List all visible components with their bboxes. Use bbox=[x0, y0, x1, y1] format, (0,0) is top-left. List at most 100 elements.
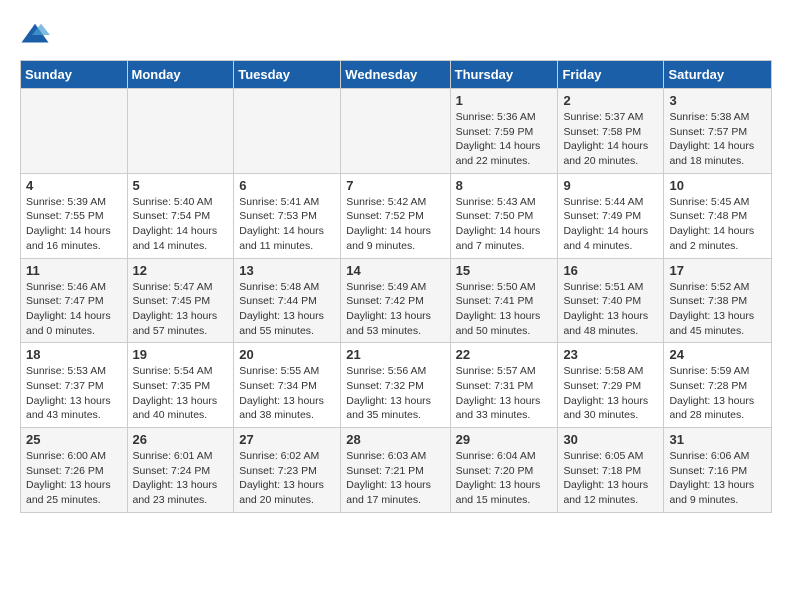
day-number: 1 bbox=[456, 93, 553, 108]
day-info: Sunrise: 5:46 AM Sunset: 7:47 PM Dayligh… bbox=[26, 280, 122, 339]
day-number: 18 bbox=[26, 347, 122, 362]
day-info: Sunrise: 5:41 AM Sunset: 7:53 PM Dayligh… bbox=[239, 195, 335, 254]
day-cell: 26 Sunrise: 6:01 AM Sunset: 7:24 PM Dayli… bbox=[127, 428, 234, 513]
day-number: 15 bbox=[456, 263, 553, 278]
day-cell: 4 Sunrise: 5:39 AM Sunset: 7:55 PM Daylig… bbox=[21, 173, 128, 258]
day-number: 6 bbox=[239, 178, 335, 193]
day-info: Sunrise: 5:38 AM Sunset: 7:57 PM Dayligh… bbox=[669, 110, 766, 169]
day-cell: 30 Sunrise: 6:05 AM Sunset: 7:18 PM Dayli… bbox=[558, 428, 664, 513]
day-number: 10 bbox=[669, 178, 766, 193]
day-info: Sunrise: 5:43 AM Sunset: 7:50 PM Dayligh… bbox=[456, 195, 553, 254]
week-row: 18 Sunrise: 5:53 AM Sunset: 7:37 PM Dayli… bbox=[21, 343, 772, 428]
day-info: Sunrise: 6:05 AM Sunset: 7:18 PM Dayligh… bbox=[563, 449, 658, 508]
day-number: 7 bbox=[346, 178, 444, 193]
day-number: 4 bbox=[26, 178, 122, 193]
day-cell bbox=[341, 89, 450, 174]
day-info: Sunrise: 5:49 AM Sunset: 7:42 PM Dayligh… bbox=[346, 280, 444, 339]
day-info: Sunrise: 5:42 AM Sunset: 7:52 PM Dayligh… bbox=[346, 195, 444, 254]
day-cell: 31 Sunrise: 6:06 AM Sunset: 7:16 PM Dayli… bbox=[664, 428, 772, 513]
day-number: 3 bbox=[669, 93, 766, 108]
day-number: 24 bbox=[669, 347, 766, 362]
header-cell-saturday: Saturday bbox=[664, 61, 772, 89]
calendar-table: SundayMondayTuesdayWednesdayThursdayFrid… bbox=[20, 60, 772, 513]
day-info: Sunrise: 6:04 AM Sunset: 7:20 PM Dayligh… bbox=[456, 449, 553, 508]
header-cell-friday: Friday bbox=[558, 61, 664, 89]
day-cell: 19 Sunrise: 5:54 AM Sunset: 7:35 PM Dayli… bbox=[127, 343, 234, 428]
day-number: 22 bbox=[456, 347, 553, 362]
day-number: 27 bbox=[239, 432, 335, 447]
day-info: Sunrise: 5:59 AM Sunset: 7:28 PM Dayligh… bbox=[669, 364, 766, 423]
day-info: Sunrise: 5:55 AM Sunset: 7:34 PM Dayligh… bbox=[239, 364, 335, 423]
day-cell: 20 Sunrise: 5:55 AM Sunset: 7:34 PM Dayli… bbox=[234, 343, 341, 428]
day-number: 20 bbox=[239, 347, 335, 362]
day-cell: 24 Sunrise: 5:59 AM Sunset: 7:28 PM Dayli… bbox=[664, 343, 772, 428]
day-number: 9 bbox=[563, 178, 658, 193]
day-info: Sunrise: 5:51 AM Sunset: 7:40 PM Dayligh… bbox=[563, 280, 658, 339]
day-info: Sunrise: 6:02 AM Sunset: 7:23 PM Dayligh… bbox=[239, 449, 335, 508]
day-cell: 29Sunrise: 6:04 AM Sunset: 7:20 PM Dayli… bbox=[450, 428, 558, 513]
day-info: Sunrise: 5:54 AM Sunset: 7:35 PM Dayligh… bbox=[133, 364, 229, 423]
day-cell: 10 Sunrise: 5:45 AM Sunset: 7:48 PM Dayli… bbox=[664, 173, 772, 258]
day-number: 28 bbox=[346, 432, 444, 447]
day-number: 16 bbox=[563, 263, 658, 278]
header-cell-monday: Monday bbox=[127, 61, 234, 89]
day-cell: 23 Sunrise: 5:58 AM Sunset: 7:29 PM Dayli… bbox=[558, 343, 664, 428]
week-row: 11 Sunrise: 5:46 AM Sunset: 7:47 PM Dayli… bbox=[21, 258, 772, 343]
day-cell: 21 Sunrise: 5:56 AM Sunset: 7:32 PM Dayli… bbox=[341, 343, 450, 428]
day-number: 21 bbox=[346, 347, 444, 362]
day-cell: 22 Sunrise: 5:57 AM Sunset: 7:31 PM Dayli… bbox=[450, 343, 558, 428]
day-cell: 9 Sunrise: 5:44 AM Sunset: 7:49 PM Daylig… bbox=[558, 173, 664, 258]
day-cell: 3 Sunrise: 5:38 AM Sunset: 7:57 PM Daylig… bbox=[664, 89, 772, 174]
day-number: 26 bbox=[133, 432, 229, 447]
day-number: 30 bbox=[563, 432, 658, 447]
day-info: Sunrise: 5:45 AM Sunset: 7:48 PM Dayligh… bbox=[669, 195, 766, 254]
day-info: Sunrise: 5:40 AM Sunset: 7:54 PM Dayligh… bbox=[133, 195, 229, 254]
logo bbox=[20, 20, 54, 50]
week-row: 4 Sunrise: 5:39 AM Sunset: 7:55 PM Daylig… bbox=[21, 173, 772, 258]
day-info: Sunrise: 5:39 AM Sunset: 7:55 PM Dayligh… bbox=[26, 195, 122, 254]
day-cell: 6 Sunrise: 5:41 AM Sunset: 7:53 PM Daylig… bbox=[234, 173, 341, 258]
day-info: Sunrise: 5:52 AM Sunset: 7:38 PM Dayligh… bbox=[669, 280, 766, 339]
day-info: Sunrise: 5:50 AM Sunset: 7:41 PM Dayligh… bbox=[456, 280, 553, 339]
header-cell-wednesday: Wednesday bbox=[341, 61, 450, 89]
day-cell: 13Sunrise: 5:48 AM Sunset: 7:44 PM Dayli… bbox=[234, 258, 341, 343]
day-cell: 5 Sunrise: 5:40 AM Sunset: 7:54 PM Daylig… bbox=[127, 173, 234, 258]
day-number: 12 bbox=[133, 263, 229, 278]
day-cell: 12Sunrise: 5:47 AM Sunset: 7:45 PM Dayli… bbox=[127, 258, 234, 343]
day-cell: 16 Sunrise: 5:51 AM Sunset: 7:40 PM Dayli… bbox=[558, 258, 664, 343]
day-cell: 18 Sunrise: 5:53 AM Sunset: 7:37 PM Dayli… bbox=[21, 343, 128, 428]
day-number: 2 bbox=[563, 93, 658, 108]
day-number: 11 bbox=[26, 263, 122, 278]
day-info: Sunrise: 6:06 AM Sunset: 7:16 PM Dayligh… bbox=[669, 449, 766, 508]
header-cell-thursday: Thursday bbox=[450, 61, 558, 89]
day-number: 23 bbox=[563, 347, 658, 362]
day-cell: 15 Sunrise: 5:50 AM Sunset: 7:41 PM Dayli… bbox=[450, 258, 558, 343]
day-number: 5 bbox=[133, 178, 229, 193]
day-cell: 28 Sunrise: 6:03 AM Sunset: 7:21 PM Dayli… bbox=[341, 428, 450, 513]
day-info: Sunrise: 6:01 AM Sunset: 7:24 PM Dayligh… bbox=[133, 449, 229, 508]
week-row: 1 Sunrise: 5:36 AM Sunset: 7:59 PM Daylig… bbox=[21, 89, 772, 174]
week-row: 25Sunrise: 6:00 AM Sunset: 7:26 PM Dayli… bbox=[21, 428, 772, 513]
day-number: 8 bbox=[456, 178, 553, 193]
day-cell: 1 Sunrise: 5:36 AM Sunset: 7:59 PM Daylig… bbox=[450, 89, 558, 174]
day-cell: 17Sunrise: 5:52 AM Sunset: 7:38 PM Dayli… bbox=[664, 258, 772, 343]
day-number: 19 bbox=[133, 347, 229, 362]
logo-icon bbox=[20, 20, 50, 50]
day-cell bbox=[127, 89, 234, 174]
day-info: Sunrise: 5:57 AM Sunset: 7:31 PM Dayligh… bbox=[456, 364, 553, 423]
day-info: Sunrise: 5:53 AM Sunset: 7:37 PM Dayligh… bbox=[26, 364, 122, 423]
day-info: Sunrise: 5:36 AM Sunset: 7:59 PM Dayligh… bbox=[456, 110, 553, 169]
day-cell bbox=[21, 89, 128, 174]
day-info: Sunrise: 5:44 AM Sunset: 7:49 PM Dayligh… bbox=[563, 195, 658, 254]
day-number: 25 bbox=[26, 432, 122, 447]
day-number: 31 bbox=[669, 432, 766, 447]
day-cell: 8 Sunrise: 5:43 AM Sunset: 7:50 PM Daylig… bbox=[450, 173, 558, 258]
day-info: Sunrise: 6:03 AM Sunset: 7:21 PM Dayligh… bbox=[346, 449, 444, 508]
day-cell: 25Sunrise: 6:00 AM Sunset: 7:26 PM Dayli… bbox=[21, 428, 128, 513]
page-header bbox=[20, 20, 772, 50]
day-info: Sunrise: 5:37 AM Sunset: 7:58 PM Dayligh… bbox=[563, 110, 658, 169]
day-cell bbox=[234, 89, 341, 174]
day-info: Sunrise: 5:58 AM Sunset: 7:29 PM Dayligh… bbox=[563, 364, 658, 423]
day-info: Sunrise: 5:56 AM Sunset: 7:32 PM Dayligh… bbox=[346, 364, 444, 423]
header-row: SundayMondayTuesdayWednesdayThursdayFrid… bbox=[21, 61, 772, 89]
